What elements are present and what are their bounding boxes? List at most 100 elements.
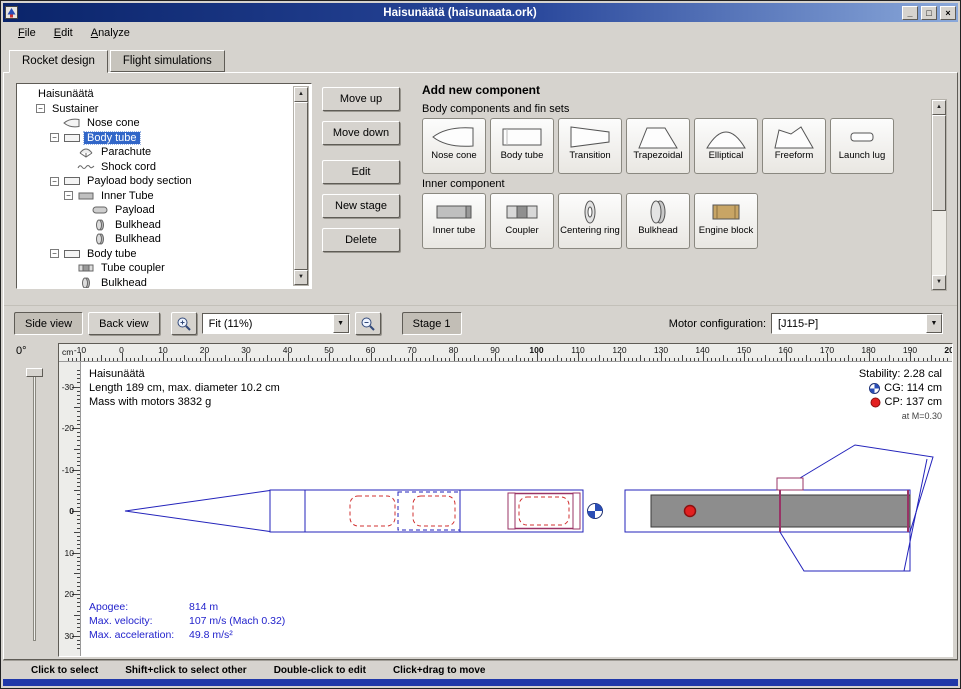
- ruler-tick-mark: [927, 358, 928, 361]
- tree-item[interactable]: Tube coupler: [20, 261, 291, 276]
- ruler-tick-mark: [798, 358, 799, 361]
- close-button[interactable]: ×: [940, 6, 956, 20]
- scroll-down-icon[interactable]: ▼: [932, 275, 946, 290]
- tree-item[interactable]: −Body tube: [20, 247, 291, 262]
- scroll-down-icon[interactable]: ▼: [294, 270, 308, 285]
- ruler-tick-mark: [607, 358, 608, 361]
- tree-item[interactable]: Shock cord: [20, 160, 291, 175]
- menu-edit[interactable]: Edit: [45, 24, 82, 42]
- scroll-up-icon[interactable]: ▲: [932, 100, 946, 115]
- fin-bottom-shape[interactable]: [780, 532, 910, 571]
- rocket-view-canvas[interactable]: -100102030405060708090100110120130140150…: [58, 343, 953, 657]
- tree-item[interactable]: −Body tube: [20, 131, 291, 146]
- tree-item[interactable]: −Sustainer: [20, 102, 291, 117]
- add-engine-block-button[interactable]: Engine block: [694, 193, 758, 249]
- menu-file[interactable]: File: [9, 24, 45, 42]
- move-up-button[interactable]: Move up: [322, 87, 400, 111]
- ruler-tick-mark: [77, 499, 80, 500]
- add-transition-button[interactable]: Transition: [558, 118, 622, 174]
- payload-section-shape[interactable]: [460, 490, 583, 532]
- ruler-tick-mark: [77, 640, 80, 641]
- ruler-tick-mark: [184, 355, 185, 361]
- ruler-tick-mark: [686, 358, 687, 361]
- zoom-select[interactable]: Fit (11%) ▼: [202, 313, 350, 334]
- add-bulkhead-button[interactable]: Bulkhead: [626, 193, 690, 249]
- ruler-tick-mark: [77, 540, 80, 541]
- tree-expander-icon[interactable]: −: [50, 249, 59, 258]
- add-inner-tube-button[interactable]: Inner tube: [422, 193, 486, 249]
- rotation-slider-thumb[interactable]: [26, 368, 43, 377]
- zoom-in-button[interactable]: [171, 312, 197, 335]
- side-view-button[interactable]: Side view: [14, 312, 83, 335]
- tree-expander-icon[interactable]: −: [64, 191, 73, 200]
- move-down-button[interactable]: Move down: [322, 121, 400, 145]
- rocket-drawing-area[interactable]: Haisunäätä Length 189 cm, max. diameter …: [81, 362, 952, 656]
- rotation-slider-track[interactable]: [33, 371, 36, 641]
- tree-item[interactable]: Bulkhead: [20, 276, 291, 290]
- tree-item[interactable]: Parachute: [20, 145, 291, 160]
- parachute-icon: [77, 146, 95, 158]
- add-launch-lug-button[interactable]: Launch lug: [830, 118, 894, 174]
- add-freeform-button[interactable]: Freeform: [762, 118, 826, 174]
- add-coupler-button[interactable]: Coupler: [490, 193, 554, 249]
- vertical-scrollbar[interactable]: ▲▼: [931, 99, 947, 291]
- add-trapezoidal-button[interactable]: Trapezoidal: [626, 118, 690, 174]
- ruler-number: 190: [903, 345, 917, 355]
- maximize-button[interactable]: □: [921, 6, 937, 20]
- edit-button[interactable]: Edit: [322, 160, 400, 184]
- ruler-tick-mark: [74, 449, 80, 450]
- titlebar[interactable]: Haisunäätä (haisunaata.ork) _ □ ×: [3, 3, 958, 22]
- add-centering-ring-button[interactable]: Centering ring: [558, 193, 622, 249]
- tree-expander-icon[interactable]: −: [50, 177, 59, 186]
- ruler-tick-mark: [752, 358, 753, 361]
- add-elliptical-button[interactable]: Elliptical: [694, 118, 758, 174]
- minimize-button[interactable]: _: [902, 6, 918, 20]
- ch evron-down-icon[interactable]: ▼: [333, 314, 349, 333]
- ruler-tick-mark: [259, 358, 260, 361]
- ruler-tick-mark: [404, 358, 405, 361]
- tab-flight-simulations[interactable]: Flight simulations: [110, 50, 225, 72]
- add-nose-cone-button[interactable]: Nose cone: [422, 118, 486, 174]
- tree-item[interactable]: −Inner Tube: [20, 189, 291, 204]
- tab-rocket-design[interactable]: Rocket design: [9, 50, 108, 73]
- ruler-tick-mark: [881, 358, 882, 361]
- ruler-tick-mark: [321, 358, 322, 361]
- add-component-panel: Add new component Body components and fi…: [416, 83, 949, 295]
- bulkhead-aft-shape[interactable]: [573, 493, 580, 529]
- bulkhead-fore-shape[interactable]: [508, 493, 515, 529]
- tree-item[interactable]: Nose cone: [20, 116, 291, 131]
- tree-item[interactable]: −Payload body section: [20, 174, 291, 189]
- chevron-down-icon[interactable]: ▼: [926, 314, 942, 333]
- add-body-tube-button[interactable]: Body tube: [490, 118, 554, 174]
- ruler-tick-mark: [68, 358, 69, 361]
- vertical-scrollbar[interactable]: ▲▼: [293, 86, 309, 286]
- stage-1-toggle[interactable]: Stage 1: [402, 312, 462, 335]
- motor-configuration-select[interactable]: [J115-P] ▼: [771, 313, 943, 334]
- tree-expander-icon[interactable]: −: [50, 133, 59, 142]
- back-view-button[interactable]: Back view: [88, 312, 160, 335]
- ruler-tick-mark: [657, 358, 658, 361]
- tree-item[interactable]: Bulkhead: [20, 232, 291, 247]
- ruler-tick-mark: [698, 358, 699, 361]
- menu-analyze[interactable]: Analyze: [82, 24, 139, 42]
- ruler-tick-mark: [682, 355, 683, 361]
- trapezoidal-icon: [635, 123, 681, 151]
- launch-lug-shape[interactable]: [777, 478, 803, 490]
- ruler-tick-mark: [84, 358, 85, 361]
- new-stage-button[interactable]: New stage: [322, 194, 400, 218]
- delete-button[interactable]: Delete: [322, 228, 400, 252]
- tree-item[interactable]: Payload: [20, 203, 291, 218]
- scrollbar-thumb[interactable]: [932, 115, 946, 211]
- scroll-up-icon[interactable]: ▲: [294, 87, 308, 102]
- ruler-number: 50: [324, 345, 333, 355]
- rocket-design-panel: Haisunäätä−SustainerNose cone−Body tubeP…: [3, 72, 958, 660]
- ruler-tick-mark: [595, 358, 596, 361]
- scrollbar-thumb[interactable]: [294, 102, 308, 270]
- tree-item[interactable]: Haisunäätä: [20, 87, 291, 102]
- tree-expander-icon[interactable]: −: [36, 104, 45, 113]
- zoom-out-button[interactable]: [355, 312, 381, 335]
- ruler-tick-mark: [77, 590, 80, 591]
- tree-item[interactable]: Bulkhead: [20, 218, 291, 233]
- nose-cone-shape[interactable]: [125, 491, 270, 532]
- ruler-tick-mark: [333, 358, 334, 361]
